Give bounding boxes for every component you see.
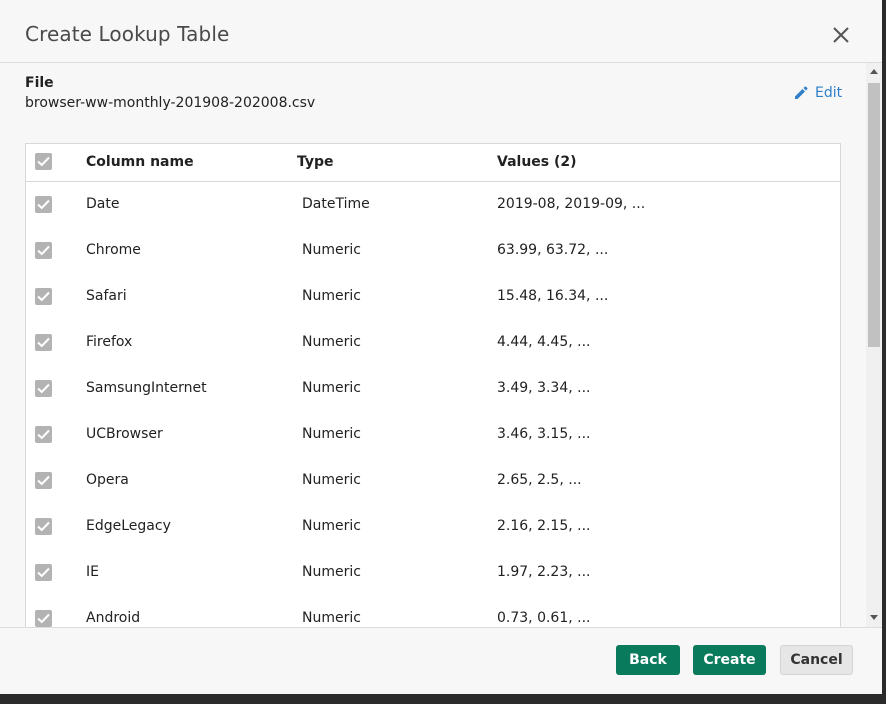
row-checkbox[interactable] xyxy=(35,380,52,397)
scroll-down-icon[interactable] xyxy=(870,615,878,620)
table-row: IE Numeric 1.97, 2.23, ... xyxy=(26,550,840,596)
close-icon[interactable] xyxy=(829,23,853,47)
row-values: 2.65, 2.5, ... xyxy=(497,472,582,488)
back-button[interactable]: Back xyxy=(616,645,680,675)
row-type[interactable]: Numeric xyxy=(302,242,361,258)
row-type[interactable]: Numeric xyxy=(302,288,361,304)
columns-table: Column name Type Values (2) Date DateTime… xyxy=(25,143,841,627)
row-column-name: SamsungInternet xyxy=(86,380,207,396)
table-row: Android Numeric 0.73, 0.61, ... xyxy=(26,596,840,627)
cancel-button[interactable]: Cancel xyxy=(780,645,853,675)
dialog-footer: Back Create Cancel xyxy=(0,627,882,695)
table-row: Chrome Numeric 63.99, 63.72, ... xyxy=(26,228,840,274)
dialog-title: Create Lookup Table xyxy=(25,22,230,46)
row-values: 3.46, 3.15, ... xyxy=(497,426,591,442)
row-values: 63.99, 63.72, ... xyxy=(497,242,609,258)
edit-button[interactable]: Edit xyxy=(793,83,842,103)
row-type[interactable]: Numeric xyxy=(302,564,361,580)
row-checkbox[interactable] xyxy=(35,472,52,489)
row-values: 0.73, 0.61, ... xyxy=(497,610,591,626)
row-column-name: EdgeLegacy xyxy=(86,518,171,534)
row-column-name: Android xyxy=(86,610,141,626)
row-values: 1.97, 2.23, ... xyxy=(497,564,591,580)
header-column-name[interactable]: Column name xyxy=(86,154,194,170)
row-column-name: Chrome xyxy=(86,242,141,258)
table-row: Safari Numeric 15.48, 16.34, ... xyxy=(26,274,840,320)
row-checkbox[interactable] xyxy=(35,242,52,259)
row-values: 2.16, 2.15, ... xyxy=(497,518,591,534)
row-column-name: Safari xyxy=(86,288,127,304)
table-row: SamsungInternet Numeric 3.49, 3.34, ... xyxy=(26,366,840,412)
table-row: EdgeLegacy Numeric 2.16, 2.15, ... xyxy=(26,504,840,550)
scroll-thumb[interactable] xyxy=(868,83,880,347)
row-type[interactable]: DateTime xyxy=(302,196,370,212)
table-header: Column name Type Values (2) xyxy=(26,144,840,182)
dialog-body: File browser-ww-monthly-201908-202008.cs… xyxy=(0,63,866,627)
row-values: 15.48, 16.34, ... xyxy=(497,288,609,304)
select-all-checkbox[interactable] xyxy=(35,153,52,170)
table-row: Opera Numeric 2.65, 2.5, ... xyxy=(26,458,840,504)
row-type[interactable]: Numeric xyxy=(302,334,361,350)
dialog-header: Create Lookup Table xyxy=(0,0,882,63)
row-values: 3.49, 3.34, ... xyxy=(497,380,591,396)
scrollbar[interactable] xyxy=(866,63,882,627)
header-type[interactable]: Type xyxy=(297,154,334,170)
row-type[interactable]: Numeric xyxy=(302,426,361,442)
file-name: browser-ww-monthly-201908-202008.csv xyxy=(25,95,316,111)
row-column-name: IE xyxy=(86,564,99,580)
row-column-name: UCBrowser xyxy=(86,426,163,442)
row-checkbox[interactable] xyxy=(35,196,52,213)
row-column-name: Date xyxy=(86,196,120,212)
row-type[interactable]: Numeric xyxy=(302,472,361,488)
row-checkbox[interactable] xyxy=(35,610,52,627)
row-column-name: Opera xyxy=(86,472,129,488)
table-row: Firefox Numeric 4.44, 4.45, ... xyxy=(26,320,840,366)
table-row: UCBrowser Numeric 3.46, 3.15, ... xyxy=(26,412,840,458)
row-checkbox[interactable] xyxy=(35,564,52,581)
header-values[interactable]: Values (2) xyxy=(497,154,577,170)
row-values: 4.44, 4.45, ... xyxy=(497,334,591,350)
edit-label: Edit xyxy=(815,85,843,101)
file-label: File xyxy=(25,75,54,91)
row-values: 2019-08, 2019-09, ... xyxy=(497,196,646,212)
row-type[interactable]: Numeric xyxy=(302,610,361,626)
scroll-up-icon[interactable] xyxy=(870,69,878,74)
pencil-icon xyxy=(795,86,808,99)
create-button[interactable]: Create xyxy=(693,645,766,675)
row-checkbox[interactable] xyxy=(35,426,52,443)
row-checkbox[interactable] xyxy=(35,334,52,351)
row-checkbox[interactable] xyxy=(35,518,52,535)
create-lookup-table-dialog: Create Lookup Table File browser-ww-mont… xyxy=(0,0,882,695)
row-type[interactable]: Numeric xyxy=(302,380,361,396)
row-type[interactable]: Numeric xyxy=(302,518,361,534)
background-strip xyxy=(0,694,886,704)
row-checkbox[interactable] xyxy=(35,288,52,305)
row-column-name: Firefox xyxy=(86,334,133,350)
table-row: Date DateTime 2019-08, 2019-09, ... xyxy=(26,182,840,228)
